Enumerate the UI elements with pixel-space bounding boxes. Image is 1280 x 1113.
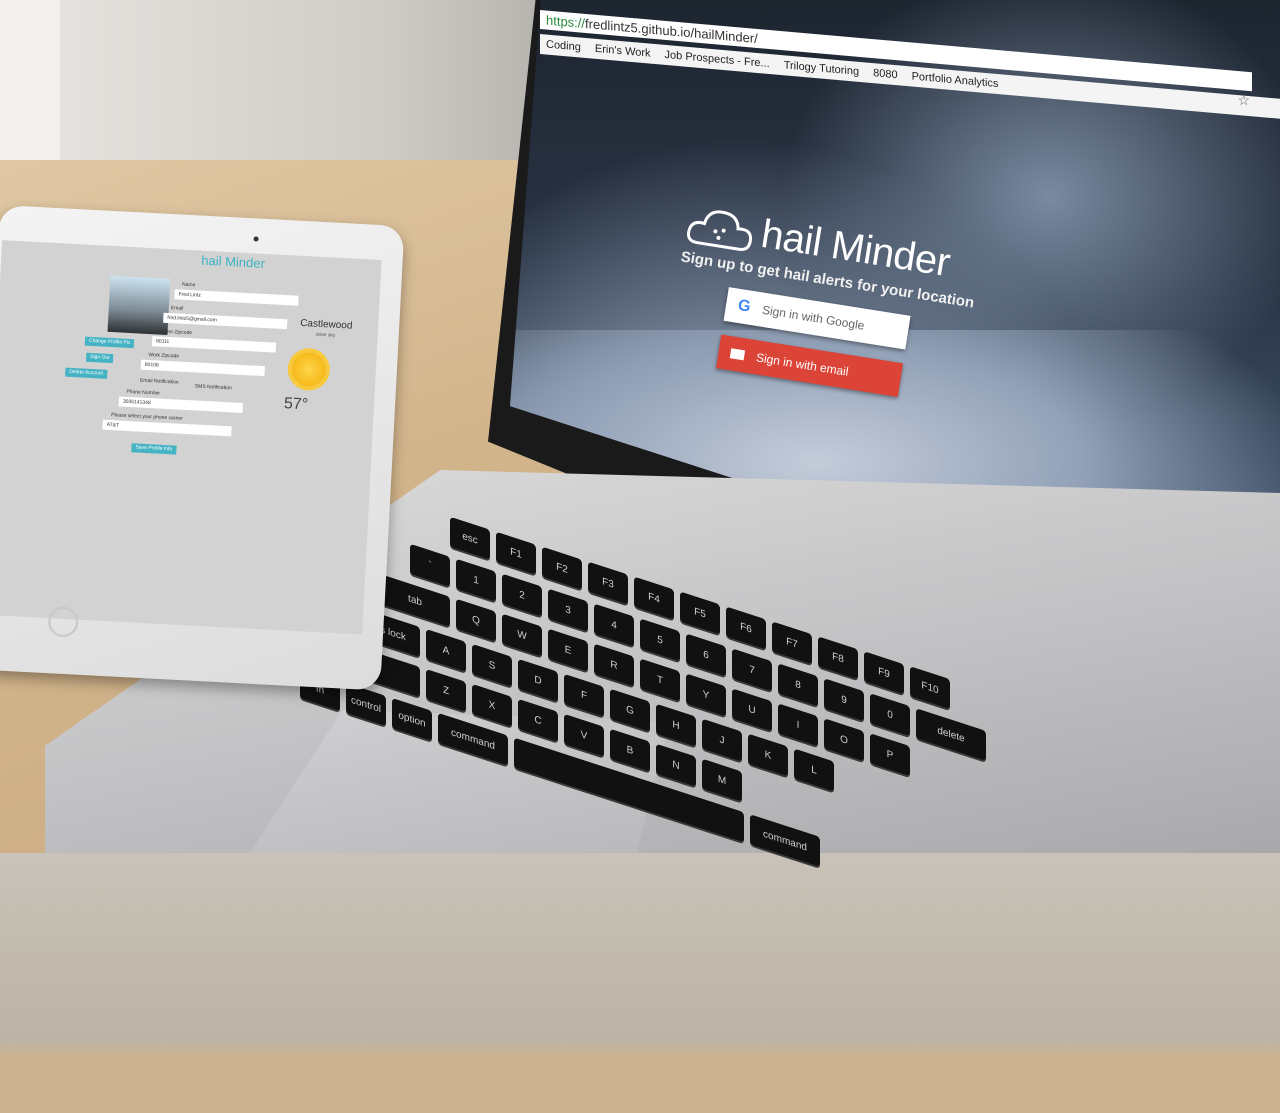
change-profile-pic-button[interactable]: Change Profile Pic — [84, 336, 135, 349]
key[interactable]: B — [610, 728, 650, 772]
key[interactable]: 1 — [456, 558, 496, 602]
tablet: hail Minder Name Fred Lintz Email fred.l… — [0, 205, 405, 691]
phone-field[interactable]: 3035141348 — [118, 396, 243, 413]
google-signin-label: Sign in with Google — [761, 302, 866, 333]
email-signin-label: Sign in with email — [755, 350, 850, 379]
key[interactable]: S — [472, 643, 512, 687]
email-label: Email — [170, 305, 184, 312]
camera-icon — [253, 236, 259, 242]
key[interactable]: G — [610, 688, 650, 732]
weather-city: Castlewood — [299, 317, 353, 332]
key[interactable]: K — [748, 733, 788, 777]
key[interactable]: Z — [426, 668, 466, 712]
key[interactable]: P — [870, 733, 910, 777]
sun-icon — [290, 351, 327, 388]
weather-condition: clear sky — [315, 331, 336, 339]
key[interactable]: Y — [686, 673, 726, 717]
key-control[interactable]: control — [346, 682, 386, 726]
key[interactable]: F — [564, 673, 604, 717]
key[interactable]: C — [518, 698, 558, 742]
key[interactable]: N — [656, 743, 696, 787]
key[interactable]: 7 — [732, 648, 772, 692]
key[interactable]: H — [656, 703, 696, 747]
email-field[interactable]: fred.lintz5@gmail.com — [163, 312, 288, 330]
key[interactable]: 0 — [870, 693, 910, 737]
bookmark-star-icon[interactable]: ☆ — [1237, 92, 1250, 109]
bookmark-trilogy-tutoring[interactable]: Trilogy Tutoring — [784, 59, 859, 78]
work-zip-field[interactable]: 80108 — [140, 359, 265, 377]
bookmark-coding[interactable]: Coding — [546, 39, 581, 54]
key[interactable]: T — [640, 658, 680, 702]
delete-account-button[interactable]: Delete Account — [65, 367, 108, 379]
url-scheme: https:// — [546, 12, 586, 31]
key[interactable]: 3 — [548, 588, 588, 632]
key[interactable]: ` — [410, 543, 450, 587]
key[interactable]: M — [702, 758, 742, 802]
cloud-icon — [687, 209, 753, 251]
bookmark-erins-work[interactable]: Erin's Work — [595, 43, 651, 60]
bookmark-8080[interactable]: 8080 — [873, 67, 897, 81]
tablet-screen: hail Minder Name Fred Lintz Email fred.l… — [0, 240, 382, 635]
weather-temp: 57° — [283, 395, 309, 414]
google-icon: G — [736, 296, 752, 316]
email-notification-toggle[interactable]: Email Notification — [140, 378, 179, 386]
key[interactable]: J — [702, 718, 742, 762]
sign-out-button[interactable]: Sign Out — [85, 352, 114, 364]
key[interactable]: 6 — [686, 633, 726, 677]
key[interactable]: X — [472, 683, 512, 727]
home-zip-label: Home Zipcode — [159, 328, 193, 337]
bookmark-job-prospects[interactable]: Job Prospects - Fre... — [665, 49, 770, 70]
key[interactable]: O — [824, 718, 864, 762]
sms-notification-toggle[interactable]: SMS Notification — [195, 383, 232, 391]
key-option[interactable]: option — [392, 697, 432, 741]
save-profile-button[interactable]: Save Profile Info — [131, 443, 177, 455]
avatar — [107, 275, 171, 335]
key-command-right[interactable]: command — [750, 814, 820, 867]
home-zip-field[interactable]: 80111 — [151, 336, 277, 353]
bookmark-portfolio-analytics[interactable]: Portfolio Analytics — [912, 71, 999, 91]
tablet-logo: hail Minder — [200, 252, 266, 271]
work-zip-label: Work Zipcode — [148, 351, 180, 360]
key[interactable]: 8 — [778, 663, 818, 707]
key[interactable]: W — [502, 613, 542, 657]
key[interactable]: 9 — [824, 678, 864, 722]
key[interactable]: L — [794, 748, 834, 792]
key[interactable]: V — [564, 713, 604, 757]
key[interactable]: A — [426, 628, 466, 672]
key[interactable]: 2 — [502, 573, 542, 617]
key[interactable]: Q — [456, 598, 496, 642]
carrier-select[interactable]: AT&T — [102, 419, 232, 437]
key[interactable]: 4 — [594, 603, 634, 647]
key[interactable]: U — [732, 688, 772, 732]
key-delete[interactable]: delete — [916, 708, 986, 761]
key[interactable]: I — [778, 703, 818, 747]
mail-icon — [729, 348, 746, 361]
key[interactable]: 5 — [640, 618, 680, 662]
key[interactable]: E — [548, 628, 588, 672]
name-label: Name — [181, 281, 196, 289]
name-field[interactable]: Fred Lintz — [174, 289, 299, 306]
key[interactable]: D — [518, 658, 558, 702]
home-button[interactable] — [47, 606, 80, 638]
phone-label: Phone Number — [126, 388, 161, 397]
key[interactable]: R — [594, 643, 634, 687]
